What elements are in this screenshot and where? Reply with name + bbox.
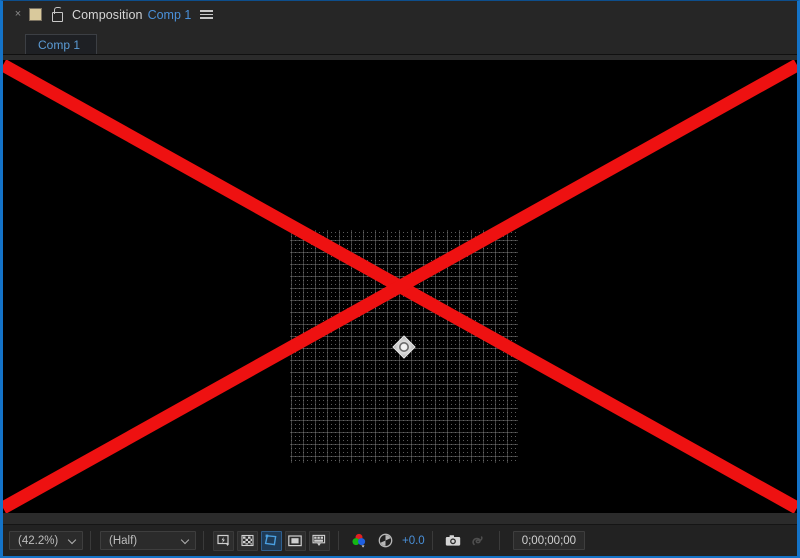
timecode-field[interactable]: 0;00;00;00 xyxy=(512,531,586,550)
tab-comp-1[interactable]: Comp 1 xyxy=(25,34,97,54)
composition-color-swatch[interactable] xyxy=(29,8,42,21)
timeline-view-icon[interactable] xyxy=(308,530,330,551)
timecode-value: 0;00;00;00 xyxy=(521,534,577,547)
exposure-icon[interactable] xyxy=(374,531,396,551)
toolbar-divider xyxy=(498,531,500,550)
panel-title: Composition xyxy=(72,7,143,22)
chevron-down-icon xyxy=(68,536,77,545)
resolution-dropdown[interactable]: (Half) xyxy=(100,531,196,550)
close-icon[interactable]: × xyxy=(11,9,25,20)
fast-previews-icon[interactable] xyxy=(212,530,234,551)
camera-snapshot-icon[interactable] xyxy=(442,531,464,551)
resolution-value: (Half) xyxy=(109,534,138,547)
toolbar-divider xyxy=(338,531,339,550)
toolbar-divider xyxy=(203,531,204,550)
tab-strip: Comp 1 xyxy=(3,28,797,55)
show-snapshot-icon[interactable] xyxy=(468,531,490,551)
rgb-channel-icon[interactable] xyxy=(348,531,370,551)
panel-menu-icon[interactable] xyxy=(200,10,214,19)
transparency-grid-icon[interactable] xyxy=(236,530,258,551)
lock-icon[interactable] xyxy=(50,7,64,22)
composition-panel: × Composition Comp 1 Comp 1 (42.2%) (Hal… xyxy=(0,0,800,558)
composition-canvas[interactable] xyxy=(3,60,797,513)
composition-viewer[interactable] xyxy=(3,55,797,524)
panel-titlebar: × Composition Comp 1 xyxy=(3,1,797,28)
mask-shape-path-icon[interactable] xyxy=(260,530,282,551)
zoom-level-dropdown[interactable]: (42.2%) xyxy=(9,531,83,550)
canvas-contents xyxy=(3,60,797,513)
tab-label: Comp 1 xyxy=(38,37,81,52)
title-action-safe-icon[interactable] xyxy=(284,530,306,551)
viewer-toolbar: (42.2%) (Half) +0.0 0;00;00;00 xyxy=(3,524,797,556)
toolbar-divider xyxy=(431,531,433,550)
zoom-level-value: (42.2%) xyxy=(18,534,59,547)
exposure-value[interactable]: +0.0 xyxy=(402,535,425,547)
panel-comp-name: Comp 1 xyxy=(147,7,192,22)
toolbar-divider xyxy=(90,531,91,550)
chevron-down-icon xyxy=(181,536,190,545)
